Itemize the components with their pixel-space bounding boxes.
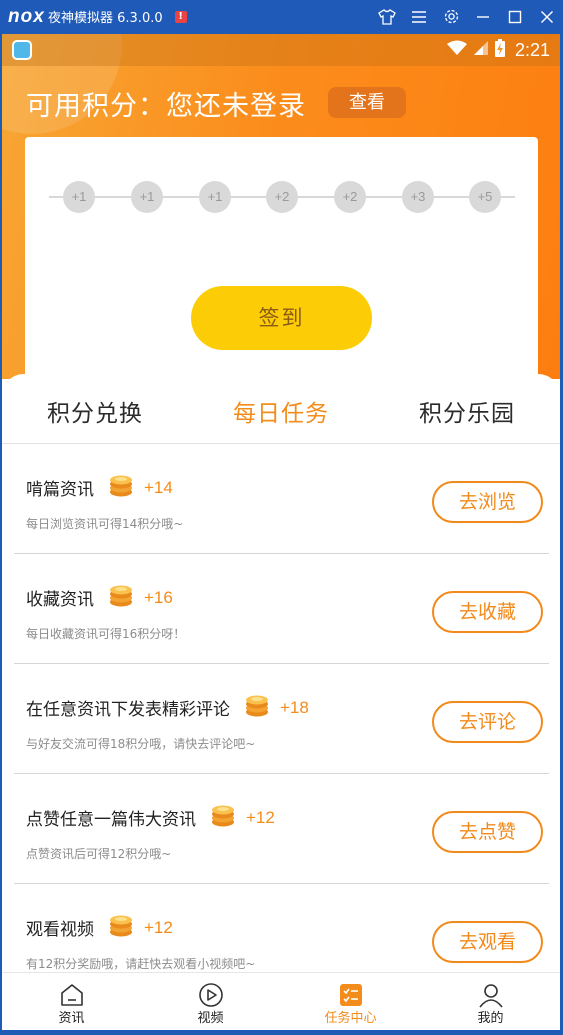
task-item: 啃篇资讯 +14 每日浏览资讯可得14积分哦~ 去浏览 xyxy=(14,444,549,554)
task-description: 每日收藏资讯可得16积分呀！ xyxy=(26,627,186,641)
task-title: 观看视频 xyxy=(26,920,94,940)
battery-icon xyxy=(494,38,506,62)
tab-points-park[interactable]: 积分乐园 xyxy=(419,394,515,428)
close-icon[interactable] xyxy=(531,0,563,33)
task-description: 有12积分奖励哦，请赶快去观看小视频吧~ xyxy=(26,957,256,971)
emulator-title-bar: nox 夜神模拟器 6.3.0.0 ! xyxy=(0,0,563,33)
minimize-icon[interactable] xyxy=(467,0,499,33)
user-icon xyxy=(478,982,504,1008)
nav-label: 任务中心 xyxy=(324,1011,377,1026)
emulator-title: 夜神模拟器 6.3.0.0 xyxy=(48,11,163,26)
task-description: 与好友交流可得18积分哦，请快去评论吧~ xyxy=(26,737,256,751)
task-description: 点赞资讯后可得12积分哦~ xyxy=(26,847,172,861)
task-title: 在任意资讯下发表精彩评论 xyxy=(26,700,230,720)
nav-task-center[interactable]: 任务中心 xyxy=(281,973,420,1030)
task-tabs: 积分兑换 每日任务 积分乐园 xyxy=(2,374,560,444)
alert-icon[interactable]: ! xyxy=(174,10,187,23)
task-title: 点赞任意一篇伟大资讯 xyxy=(26,810,196,830)
task-description: 每日浏览资讯可得14积分哦~ xyxy=(26,517,184,531)
task-points: +16 xyxy=(144,587,173,607)
task-list-icon xyxy=(338,982,364,1008)
signal-icon xyxy=(473,40,489,60)
task-points: +14 xyxy=(144,477,173,497)
checkin-day-1: +1 xyxy=(63,181,95,213)
task-points: +12 xyxy=(144,917,173,937)
coin-stack-icon xyxy=(108,912,134,943)
home-icon xyxy=(59,982,85,1008)
task-item: 收藏资讯 +16 每日收藏资讯可得16积分呀！ 去收藏 xyxy=(14,554,549,664)
nav-news[interactable]: 资讯 xyxy=(2,973,141,1030)
task-item: 在任意资讯下发表精彩评论 +18 与好友交流可得18积分哦，请快去评论吧~ 去评… xyxy=(14,664,549,774)
coin-stack-icon xyxy=(244,692,270,723)
nav-label: 我的 xyxy=(477,1011,504,1026)
available-points-title: 可用积分：您还未登录 xyxy=(26,91,306,122)
phone-screen: 2:21 可用积分：您还未登录 查看 +1 +1 +1 +2 +2 +3 +5 … xyxy=(2,34,560,1030)
task-item: 点赞任意一篇伟大资讯 +12 点赞资讯后可得12积分哦~ 去点赞 xyxy=(14,774,549,884)
android-status-bar: 2:21 xyxy=(2,34,560,66)
tab-daily-tasks[interactable]: 每日任务 xyxy=(233,394,329,428)
checkin-day-7: +5 xyxy=(469,181,501,213)
coin-stack-icon xyxy=(108,582,134,613)
checkin-day-3: +1 xyxy=(199,181,231,213)
nav-profile[interactable]: 我的 xyxy=(421,973,560,1030)
nav-label: 视频 xyxy=(197,1011,224,1026)
bottom-navigation: 资讯 视频 任务中心 我的 xyxy=(2,972,560,1030)
menu-icon[interactable] xyxy=(403,0,435,33)
wifi-icon xyxy=(446,40,468,60)
nav-video[interactable]: 视频 xyxy=(141,973,280,1030)
app-notification-icon xyxy=(12,40,32,60)
coin-stack-icon xyxy=(210,802,236,833)
like-button[interactable]: 去点赞 xyxy=(432,811,543,853)
task-points: +18 xyxy=(280,697,309,717)
browse-button[interactable]: 去浏览 xyxy=(432,481,543,523)
task-title: 收藏资讯 xyxy=(26,590,94,610)
coin-stack-icon xyxy=(108,472,134,503)
checkin-day-4: +2 xyxy=(266,181,298,213)
favorite-button[interactable]: 去收藏 xyxy=(432,591,543,633)
task-points: +12 xyxy=(246,807,275,827)
checkin-card: +1 +1 +1 +2 +2 +3 +5 签到 xyxy=(25,137,538,387)
status-time: 2:21 xyxy=(514,39,550,60)
skin-icon[interactable] xyxy=(371,0,403,33)
emulator-bottom-border xyxy=(0,1030,563,1035)
emulator-logo: nox xyxy=(8,5,45,27)
view-button[interactable]: 查看 xyxy=(328,87,406,118)
play-icon xyxy=(198,982,224,1008)
task-title: 啃篇资讯 xyxy=(26,480,94,500)
checkin-day-6: +3 xyxy=(402,181,434,213)
checkin-day-5: +2 xyxy=(334,181,366,213)
comment-button[interactable]: 去评论 xyxy=(432,701,543,743)
maximize-icon[interactable] xyxy=(499,0,531,33)
watch-button[interactable]: 去观看 xyxy=(432,921,543,963)
settings-gear-icon[interactable] xyxy=(435,0,467,33)
tab-points-exchange[interactable]: 积分兑换 xyxy=(47,394,143,428)
signin-button[interactable]: 签到 xyxy=(191,286,372,350)
checkin-day-2: +1 xyxy=(131,181,163,213)
nav-label: 资讯 xyxy=(58,1011,85,1026)
